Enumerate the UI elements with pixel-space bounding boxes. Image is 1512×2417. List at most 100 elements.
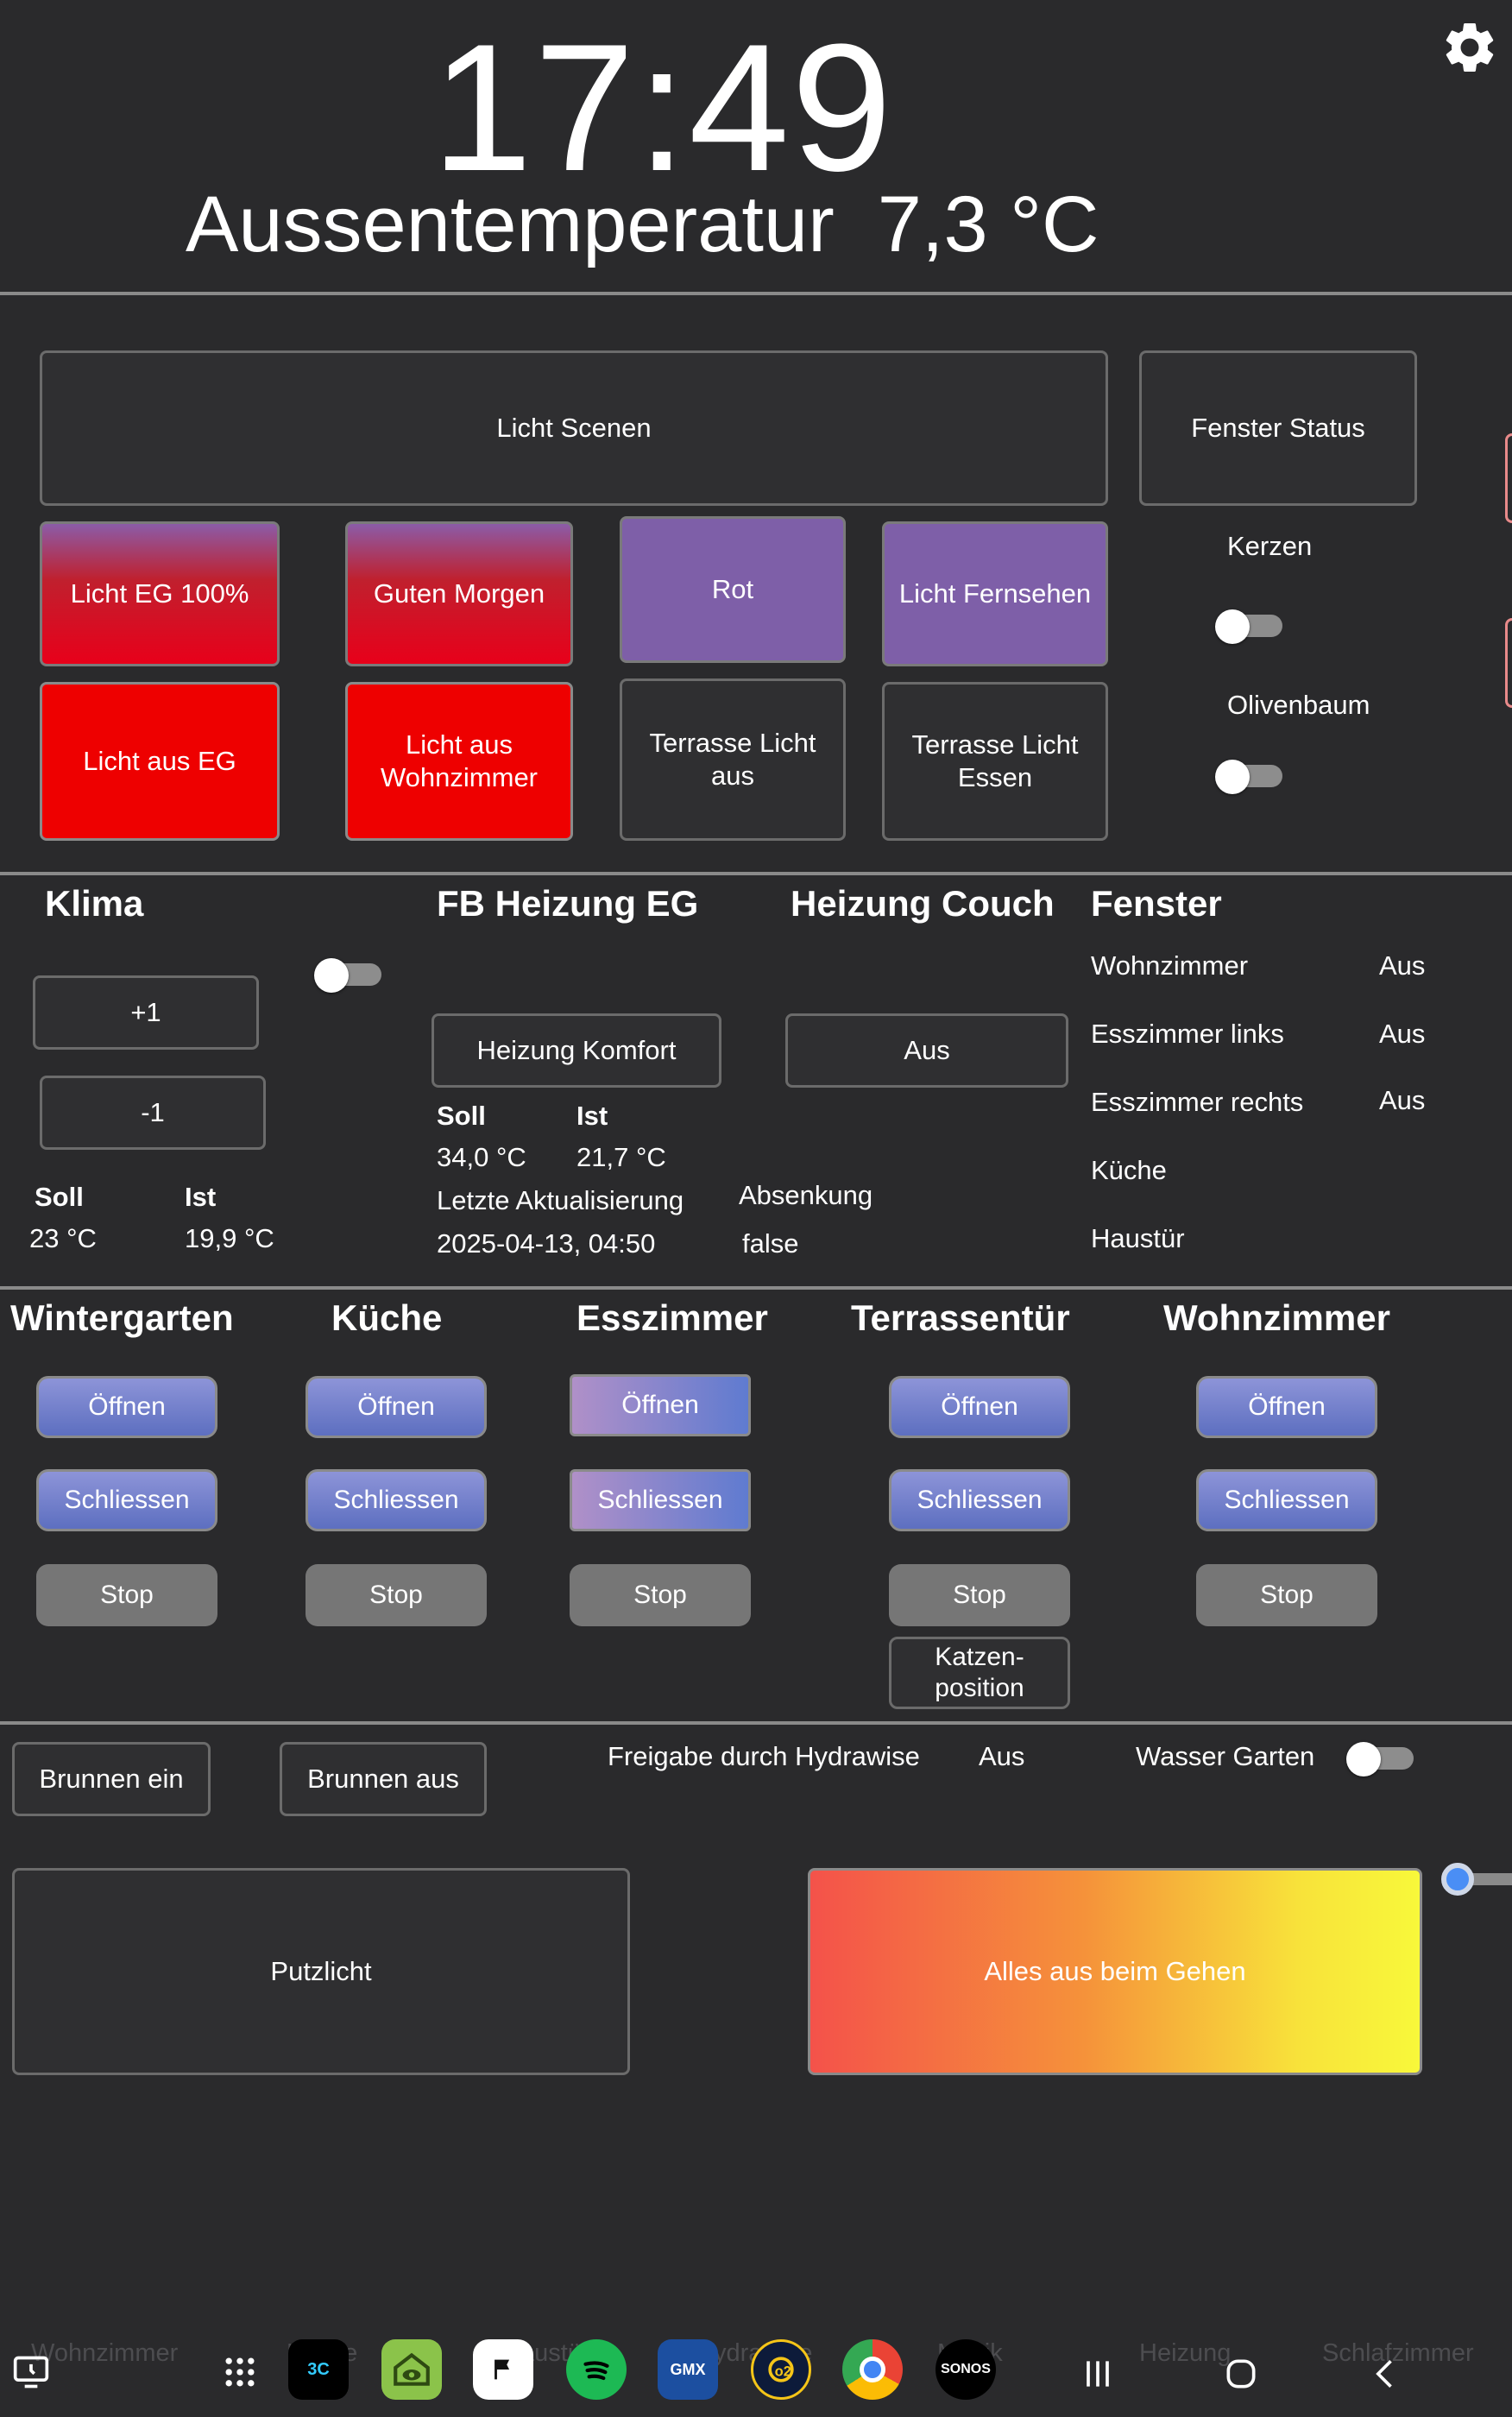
heizung-komfort-button[interactable]: Heizung Komfort	[432, 1013, 721, 1088]
gear-icon[interactable]	[1440, 17, 1500, 78]
ghost-tab: Heizung	[1139, 2339, 1232, 2367]
kueche-open-button[interactable]: Öffnen	[306, 1376, 487, 1438]
slider-handle[interactable]	[1441, 1863, 1474, 1896]
klima-ist-value: 19,9 °C	[185, 1223, 274, 1253]
app-icon-flag[interactable]	[473, 2339, 533, 2400]
divider	[0, 1286, 1512, 1290]
kerzen-toggle[interactable]	[1215, 609, 1282, 644]
clock-time: 17:49	[432, 6, 894, 209]
absenkung-value: false	[742, 1228, 799, 1259]
divider	[0, 872, 1512, 875]
licht-aus-eg-button[interactable]: Licht aus EG	[40, 682, 280, 841]
wasser-garten-toggle[interactable]	[1346, 1742, 1414, 1776]
svg-text:o2: o2	[775, 2363, 791, 2379]
room-title-esszimmer: Esszimmer	[576, 1297, 768, 1338]
klima-soll-label: Soll	[35, 1182, 84, 1212]
app-icon-gmx[interactable]: GMX	[658, 2339, 718, 2400]
terrassentuer-stop-button[interactable]: Stop	[889, 1564, 1070, 1626]
alles-aus-button[interactable]: Alles aus beim Gehen	[808, 1868, 1422, 2075]
fenster-row-value: Aus	[1379, 1019, 1426, 1049]
fenster-row-name: Küche	[1091, 1155, 1167, 1185]
fenster-row-name: Wohnzimmer	[1091, 950, 1249, 981]
brunnen-ein-button[interactable]: Brunnen ein	[12, 1742, 211, 1816]
licht-aus-wohnzimmer-button[interactable]: Licht aus Wohnzimmer	[345, 682, 573, 841]
terrassentuer-close-button[interactable]: Schliessen	[889, 1469, 1070, 1531]
screen-time-icon[interactable]	[12, 2353, 50, 2391]
wintergarten-stop-button[interactable]: Stop	[36, 1564, 217, 1626]
outside-temperature: Aussentemperatur 7,3 °C	[186, 181, 1099, 268]
back-icon[interactable]	[1367, 2355, 1405, 2393]
fb-update-value: 2025-04-13, 04:50	[437, 1228, 656, 1259]
fb-ist-value: 21,7 °C	[576, 1142, 666, 1172]
olivenbaum-toggle[interactable]	[1215, 760, 1282, 794]
olivenbaum-label: Olivenbaum	[1227, 690, 1370, 720]
app-icon-sonos[interactable]: SONOS	[936, 2339, 996, 2400]
guten-morgen-button[interactable]: Guten Morgen	[345, 521, 573, 666]
klima-ist-label: Ist	[185, 1182, 217, 1212]
licht-scenen-button[interactable]: Licht Scenen	[40, 350, 1108, 506]
klima-title: Klima	[45, 883, 144, 924]
app-icon-home-eye[interactable]	[381, 2339, 442, 2400]
putzlicht-button[interactable]: Putzlicht	[12, 1868, 630, 2075]
kueche-close-button[interactable]: Schliessen	[306, 1469, 487, 1531]
fenster-row-name: Esszimmer rechts	[1091, 1087, 1304, 1117]
fenster-row-name: Esszimmer links	[1091, 1019, 1284, 1049]
terrassentuer-open-button[interactable]: Öffnen	[889, 1376, 1070, 1438]
room-title-wintergarten: Wintergarten	[10, 1297, 234, 1338]
esszimmer-open-button[interactable]: Öffnen	[570, 1374, 751, 1436]
brunnen-aus-button[interactable]: Brunnen aus	[280, 1742, 487, 1816]
home-icon[interactable]	[1222, 2355, 1260, 2393]
katzenposition-button[interactable]: Katzen-position	[889, 1637, 1070, 1709]
app-icon-o2[interactable]: o2	[751, 2339, 811, 2400]
esszimmer-close-button[interactable]: Schliessen	[570, 1469, 751, 1531]
fb-heizung-title: FB Heizung EG	[437, 883, 699, 924]
fenster-row-name: Haustür	[1091, 1223, 1185, 1253]
wasser-garten-label: Wasser Garten	[1136, 1741, 1315, 1771]
edge-panel-tab[interactable]	[1505, 618, 1512, 708]
terrasse-licht-aus-button[interactable]: Terrasse Licht aus	[620, 678, 846, 841]
wohnzimmer-open-button[interactable]: Öffnen	[1196, 1376, 1377, 1438]
heizung-couch-title: Heizung Couch	[791, 883, 1055, 924]
recent-apps-icon[interactable]	[1079, 2355, 1117, 2393]
fb-soll-label: Soll	[437, 1101, 486, 1131]
wohnzimmer-close-button[interactable]: Schliessen	[1196, 1469, 1377, 1531]
wohnzimmer-stop-button[interactable]: Stop	[1196, 1564, 1377, 1626]
wintergarten-open-button[interactable]: Öffnen	[36, 1376, 217, 1438]
spotify-icon[interactable]	[566, 2339, 627, 2400]
klima-plus-button[interactable]: +1	[33, 975, 259, 1050]
app-icon-3c[interactable]: 3C	[288, 2339, 349, 2400]
fenster-row-value: Aus	[1379, 1085, 1426, 1115]
ghost-tab: Wohnzimmer	[31, 2339, 179, 2367]
fb-soll-value: 34,0 °C	[437, 1142, 526, 1172]
terrasse-licht-essen-button[interactable]: Terrasse Licht Essen	[882, 682, 1108, 841]
edge-panel-tab[interactable]	[1505, 433, 1512, 523]
fenster-row-value: Aus	[1379, 950, 1426, 981]
freigabe-label: Freigabe durch Hydrawise	[608, 1741, 920, 1771]
rot-button[interactable]: Rot	[620, 516, 846, 663]
heizung-couch-button[interactable]: Aus	[785, 1013, 1068, 1088]
klima-soll-value: 23 °C	[29, 1223, 97, 1253]
room-title-kueche: Küche	[331, 1297, 443, 1338]
licht-eg-100-button[interactable]: Licht EG 100%	[40, 521, 280, 666]
outside-temperature-value: 7,3 °C	[877, 180, 1099, 268]
esszimmer-stop-button[interactable]: Stop	[570, 1564, 751, 1626]
fenster-title: Fenster	[1091, 883, 1222, 924]
app-drawer-icon[interactable]	[221, 2353, 259, 2391]
absenkung-label: Absenkung	[739, 1180, 873, 1210]
kerzen-label: Kerzen	[1227, 531, 1313, 561]
klima-minus-button[interactable]: -1	[40, 1076, 266, 1150]
divider	[0, 1721, 1512, 1725]
room-title-wohnzimmer: Wohnzimmer	[1163, 1297, 1390, 1338]
outside-temperature-label: Aussentemperatur	[186, 180, 835, 268]
fb-ist-label: Ist	[576, 1101, 608, 1131]
wintergarten-close-button[interactable]: Schliessen	[36, 1469, 217, 1531]
chrome-icon[interactable]	[842, 2339, 903, 2400]
divider	[0, 292, 1512, 295]
fenster-status-button[interactable]: Fenster Status	[1139, 350, 1417, 506]
kueche-stop-button[interactable]: Stop	[306, 1564, 487, 1626]
room-title-terrassentuer: Terrassentür	[851, 1297, 1070, 1338]
licht-fernsehen-button[interactable]: Licht Fernsehen	[882, 521, 1108, 666]
klima-toggle[interactable]	[314, 958, 381, 993]
slider-track[interactable]	[1471, 1873, 1512, 1885]
freigabe-value: Aus	[979, 1741, 1025, 1771]
